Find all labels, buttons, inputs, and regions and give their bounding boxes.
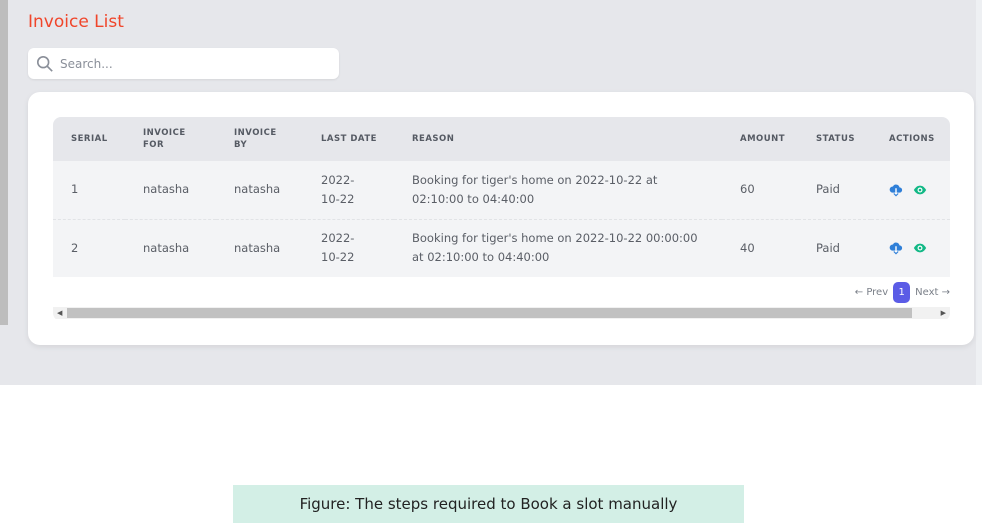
- scrollbar-thumb[interactable]: [67, 308, 912, 318]
- cell-invoice-for: natasha: [143, 182, 190, 197]
- col-invoice-by[interactable]: INVOICE BY: [216, 117, 303, 161]
- right-edge: [976, 0, 982, 385]
- table-row: 2 natasha natasha 2022-10-22 Booking for tig…: [53, 218, 950, 277]
- cell-serial: 2: [53, 218, 125, 277]
- col-reason[interactable]: REASON: [394, 117, 722, 161]
- prev-label: Prev: [866, 286, 889, 298]
- cell-invoice-by: natasha: [216, 218, 303, 277]
- cell-amount: 60: [740, 182, 755, 197]
- page-title: Invoice List: [28, 12, 124, 32]
- col-invoice-for[interactable]: INVOICE FOR: [125, 117, 216, 161]
- table-header-row: SERIAL INVOICE FOR INVOICE BY LAST DATE …: [53, 117, 950, 161]
- scroll-left-arrow[interactable]: ◀: [57, 309, 62, 317]
- pagination: ← Prev 1 Next →: [855, 281, 950, 303]
- cell-reason: Booking for tiger's home on 2022-10-22 0…: [394, 218, 722, 277]
- app-background: Invoice List SERIAL INVOICE FOR INVOICE …: [0, 0, 982, 385]
- col-last-date[interactable]: LAST DATE: [303, 117, 394, 161]
- cell-actions: [871, 218, 950, 277]
- cell-reason: Booking for tiger's home on 2022-10-22 a…: [412, 172, 658, 206]
- next-label: Next: [915, 286, 939, 298]
- cell-status: Paid: [798, 218, 871, 277]
- scroll-right-arrow[interactable]: ▶: [941, 309, 946, 317]
- col-actions: ACTIONS: [889, 134, 935, 144]
- figure-caption: Figure: The steps required to Book a slo…: [233, 485, 744, 523]
- download-cloud-icon[interactable]: [889, 241, 903, 255]
- invoice-table-container: SERIAL INVOICE FOR INVOICE BY LAST DATE …: [53, 117, 950, 321]
- prev-button[interactable]: ← Prev: [855, 287, 888, 298]
- col-amount[interactable]: AMOUNT: [722, 117, 798, 161]
- download-cloud-icon[interactable]: [889, 183, 903, 197]
- cell-invoice-for: natasha: [125, 218, 216, 277]
- cell-serial: 1: [71, 182, 79, 197]
- search-input[interactable]: [60, 56, 320, 71]
- cell-status: Paid: [816, 182, 840, 197]
- cell-last-date: 2022-10-22: [321, 172, 355, 206]
- search-icon: [36, 55, 53, 72]
- table-row: 1 natasha natasha 2022-10-22 Booking for tig…: [53, 161, 950, 219]
- col-status[interactable]: STATUS: [798, 117, 871, 161]
- next-button[interactable]: Next →: [915, 287, 950, 298]
- invoice-table: SERIAL INVOICE FOR INVOICE BY LAST DATE …: [53, 117, 950, 277]
- eye-icon[interactable]: [913, 183, 927, 197]
- col-serial[interactable]: SERIAL: [53, 117, 125, 161]
- invoice-card: SERIAL INVOICE FOR INVOICE BY LAST DATE …: [28, 92, 974, 345]
- page-1-button[interactable]: 1: [893, 281, 911, 303]
- left-sidebar-edge: [0, 0, 8, 325]
- cell-amount: 40: [722, 218, 798, 277]
- cell-actions: [871, 161, 950, 219]
- cell-last-date: 2022-10-22: [303, 218, 394, 277]
- cell-invoice-by: natasha: [234, 182, 281, 197]
- horizontal-scrollbar[interactable]: ◀ ▶: [53, 307, 950, 319]
- eye-icon[interactable]: [913, 241, 927, 255]
- search-box[interactable]: [28, 48, 339, 79]
